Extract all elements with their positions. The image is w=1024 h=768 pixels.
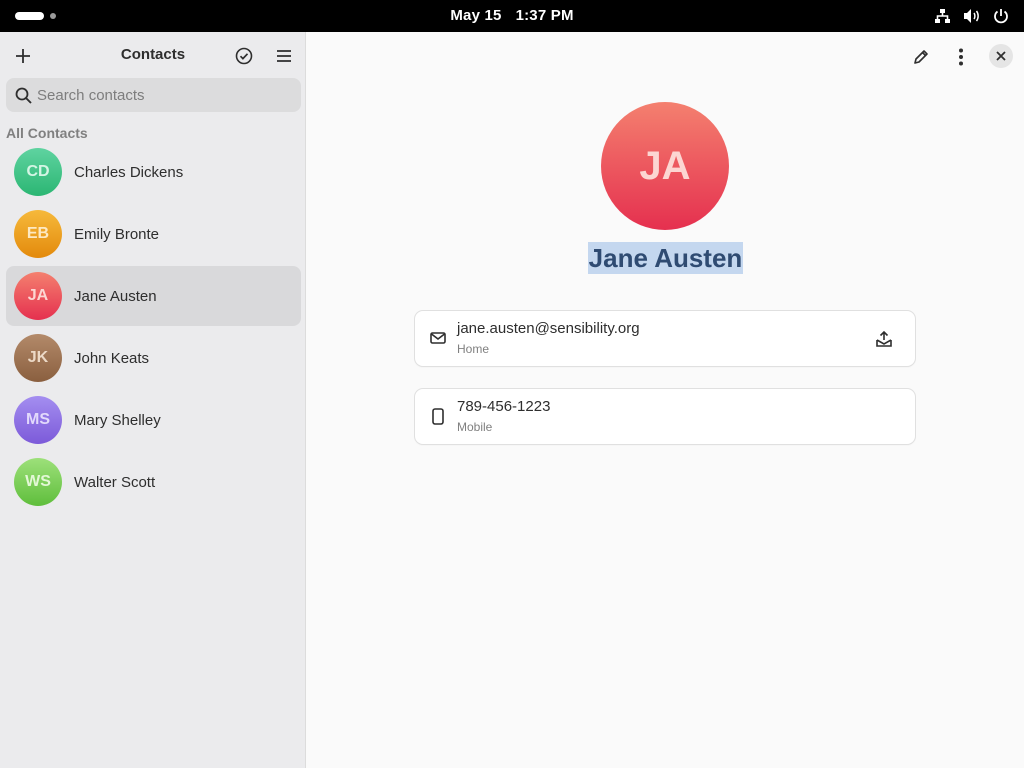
phone-type-label: Mobile <box>457 420 493 434</box>
time-label: 1:37 PM <box>515 7 574 24</box>
sidebar-header: Contacts <box>0 32 306 78</box>
network-icon[interactable] <box>933 7 952 25</box>
contact-row[interactable]: JA Jane Austen <box>6 266 301 326</box>
contact-avatar: JA <box>601 102 729 230</box>
contact-list: CD Charles Dickens EB Emily Bronte JA Jane Au… <box>6 142 301 514</box>
contact-name-container: Jane Austen <box>307 242 1024 274</box>
search-bar[interactable] <box>6 78 301 112</box>
clock[interactable]: May 15 1:37 PM <box>0 7 1024 24</box>
email-value[interactable]: jane.austen@sensibility.org <box>457 320 640 337</box>
contact-row[interactable]: JK John Keats <box>6 328 301 388</box>
power-icon[interactable] <box>991 7 1010 25</box>
search-input[interactable] <box>37 86 277 104</box>
all-contacts-label: All Contacts <box>6 125 88 141</box>
contact-row[interactable]: CD Charles Dickens <box>6 142 301 202</box>
contact-name: Charles Dickens <box>74 163 184 181</box>
date-label: May 15 <box>450 7 502 24</box>
contact-avatar: WS <box>14 458 62 506</box>
contact-name[interactable]: Jane Austen <box>587 242 744 274</box>
select-button[interactable] <box>231 43 257 69</box>
contact-avatar: CD <box>14 148 62 196</box>
contact-name: Walter Scott <box>74 473 156 491</box>
contact-avatar: EB <box>14 210 62 258</box>
phone-value[interactable]: 789-456-1223 <box>457 398 550 415</box>
contact-name: Mary Shelley <box>74 411 161 429</box>
contact-avatar: JK <box>14 334 62 382</box>
contact-name: John Keats <box>74 349 150 367</box>
mail-icon <box>429 329 447 347</box>
contact-row[interactable]: WS Walter Scott <box>6 452 301 512</box>
email-card[interactable]: jane.austen@sensibility.org Home <box>415 311 915 366</box>
contact-avatar: MS <box>14 396 62 444</box>
check-circle-icon <box>235 47 253 65</box>
contact-row[interactable]: EB Emily Bronte <box>6 204 301 264</box>
contact-row[interactable]: MS Mary Shelley <box>6 390 301 450</box>
more-options-button[interactable] <box>947 43 975 71</box>
close-icon <box>996 51 1006 61</box>
phone-card[interactable]: 789-456-1223 Mobile <box>415 389 915 444</box>
contact-avatar: JA <box>14 272 62 320</box>
send-email-icon <box>876 330 892 347</box>
contact-detail-pane: JA Jane Austen jane.austen@sensibility.o… <box>307 32 1024 768</box>
top-bar: May 15 1:37 PM <box>0 0 1024 32</box>
hamburger-menu-icon <box>277 50 291 62</box>
contacts-sidebar: Contacts All Contacts CD Charles Dickens E… <box>0 32 306 768</box>
sidebar-title: Contacts <box>120 46 186 63</box>
contact-name: Jane Austen <box>74 287 157 305</box>
phone-icon <box>429 407 447 425</box>
contact-name: Emily Bronte <box>74 225 160 243</box>
system-tray[interactable] <box>933 7 1010 25</box>
volume-icon[interactable] <box>962 7 981 25</box>
vertical-ellipsis-icon <box>959 48 963 66</box>
email-type-label: Home <box>457 342 490 356</box>
search-icon <box>14 86 32 104</box>
main-menu-button[interactable] <box>271 43 297 69</box>
send-email-button[interactable] <box>873 328 895 350</box>
close-button[interactable] <box>989 44 1013 68</box>
pencil-icon <box>914 50 928 64</box>
edit-button[interactable] <box>907 43 935 71</box>
